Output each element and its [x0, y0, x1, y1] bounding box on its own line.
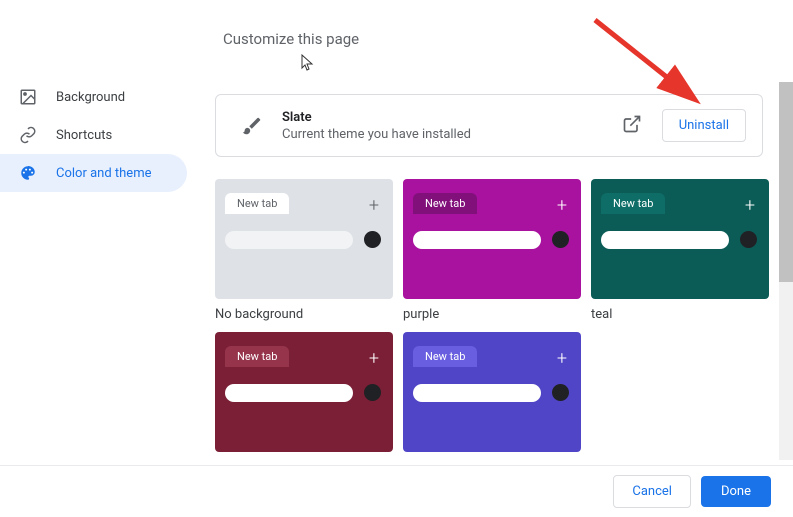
- tile-search-bar: [225, 231, 353, 249]
- sidebar-item-color-theme[interactable]: Color and theme: [0, 154, 187, 192]
- tile-tab-chip: New tab: [413, 193, 477, 214]
- sidebar-item-background[interactable]: Background: [0, 78, 187, 116]
- avatar-icon: [552, 384, 569, 401]
- current-theme-box: Slate Current theme you have installed U…: [215, 94, 763, 157]
- open-external-icon[interactable]: [622, 114, 642, 138]
- tile-tab-chip: New tab: [601, 193, 665, 214]
- palette-icon: [18, 164, 38, 182]
- footer: Cancel Done: [0, 465, 793, 517]
- brush-icon: [232, 115, 272, 137]
- theme-tile[interactable]: New tab +: [591, 179, 769, 299]
- theme-tile-wrap: New tab + purple: [403, 179, 581, 322]
- scrollbar-thumb[interactable]: [779, 82, 793, 282]
- theme-description: Current theme you have installed: [282, 127, 622, 142]
- tile-label: purple: [403, 307, 581, 322]
- plus-icon: +: [745, 195, 755, 216]
- theme-tile[interactable]: New tab +: [215, 332, 393, 452]
- tile-label: teal: [591, 307, 769, 322]
- theme-tile-wrap: New tab +: [215, 332, 393, 460]
- tile-tab-chip: New tab: [225, 346, 289, 367]
- scrollbar[interactable]: [779, 82, 793, 460]
- avatar-icon: [364, 384, 381, 401]
- theme-tile-wrap: New tab + teal: [591, 179, 769, 322]
- theme-grid: New tab+No backgroundNew tab+purpleNew t…: [215, 179, 763, 460]
- page-title: Customize this page: [223, 30, 763, 48]
- image-icon: [18, 88, 38, 106]
- tile-search-bar: [413, 384, 541, 402]
- cursor-icon: [301, 54, 763, 76]
- tile-search-bar: [413, 231, 541, 249]
- theme-tile-wrap: New tab + No background: [215, 179, 393, 322]
- avatar-icon: [552, 231, 569, 248]
- sidebar-item-label: Color and theme: [56, 166, 152, 181]
- cancel-button[interactable]: Cancel: [613, 475, 691, 508]
- theme-tile[interactable]: New tab +: [215, 179, 393, 299]
- main-content: Customize this page Slate Current theme …: [195, 0, 793, 465]
- theme-name: Slate: [282, 110, 622, 125]
- tile-search-bar: [601, 231, 729, 249]
- tile-label: No background: [215, 307, 393, 322]
- tile-tab-chip: New tab: [225, 193, 289, 214]
- uninstall-button[interactable]: Uninstall: [662, 109, 746, 142]
- plus-icon: +: [369, 348, 379, 369]
- tile-search-bar: [225, 384, 353, 402]
- avatar-icon: [740, 231, 757, 248]
- plus-icon: +: [557, 348, 567, 369]
- done-button[interactable]: Done: [701, 476, 771, 507]
- sidebar-item-label: Shortcuts: [56, 128, 112, 143]
- theme-tile[interactable]: New tab +: [403, 179, 581, 299]
- sidebar: Background Shortcuts Color and theme: [0, 0, 195, 465]
- sidebar-item-shortcuts[interactable]: Shortcuts: [0, 116, 187, 154]
- plus-icon: +: [557, 195, 567, 216]
- theme-tile[interactable]: New tab +: [403, 332, 581, 452]
- sidebar-item-label: Background: [56, 90, 125, 105]
- plus-icon: +: [369, 195, 379, 216]
- avatar-icon: [364, 231, 381, 248]
- theme-tile-wrap: New tab +: [403, 332, 581, 460]
- link-icon: [18, 126, 38, 144]
- tile-tab-chip: New tab: [413, 346, 477, 367]
